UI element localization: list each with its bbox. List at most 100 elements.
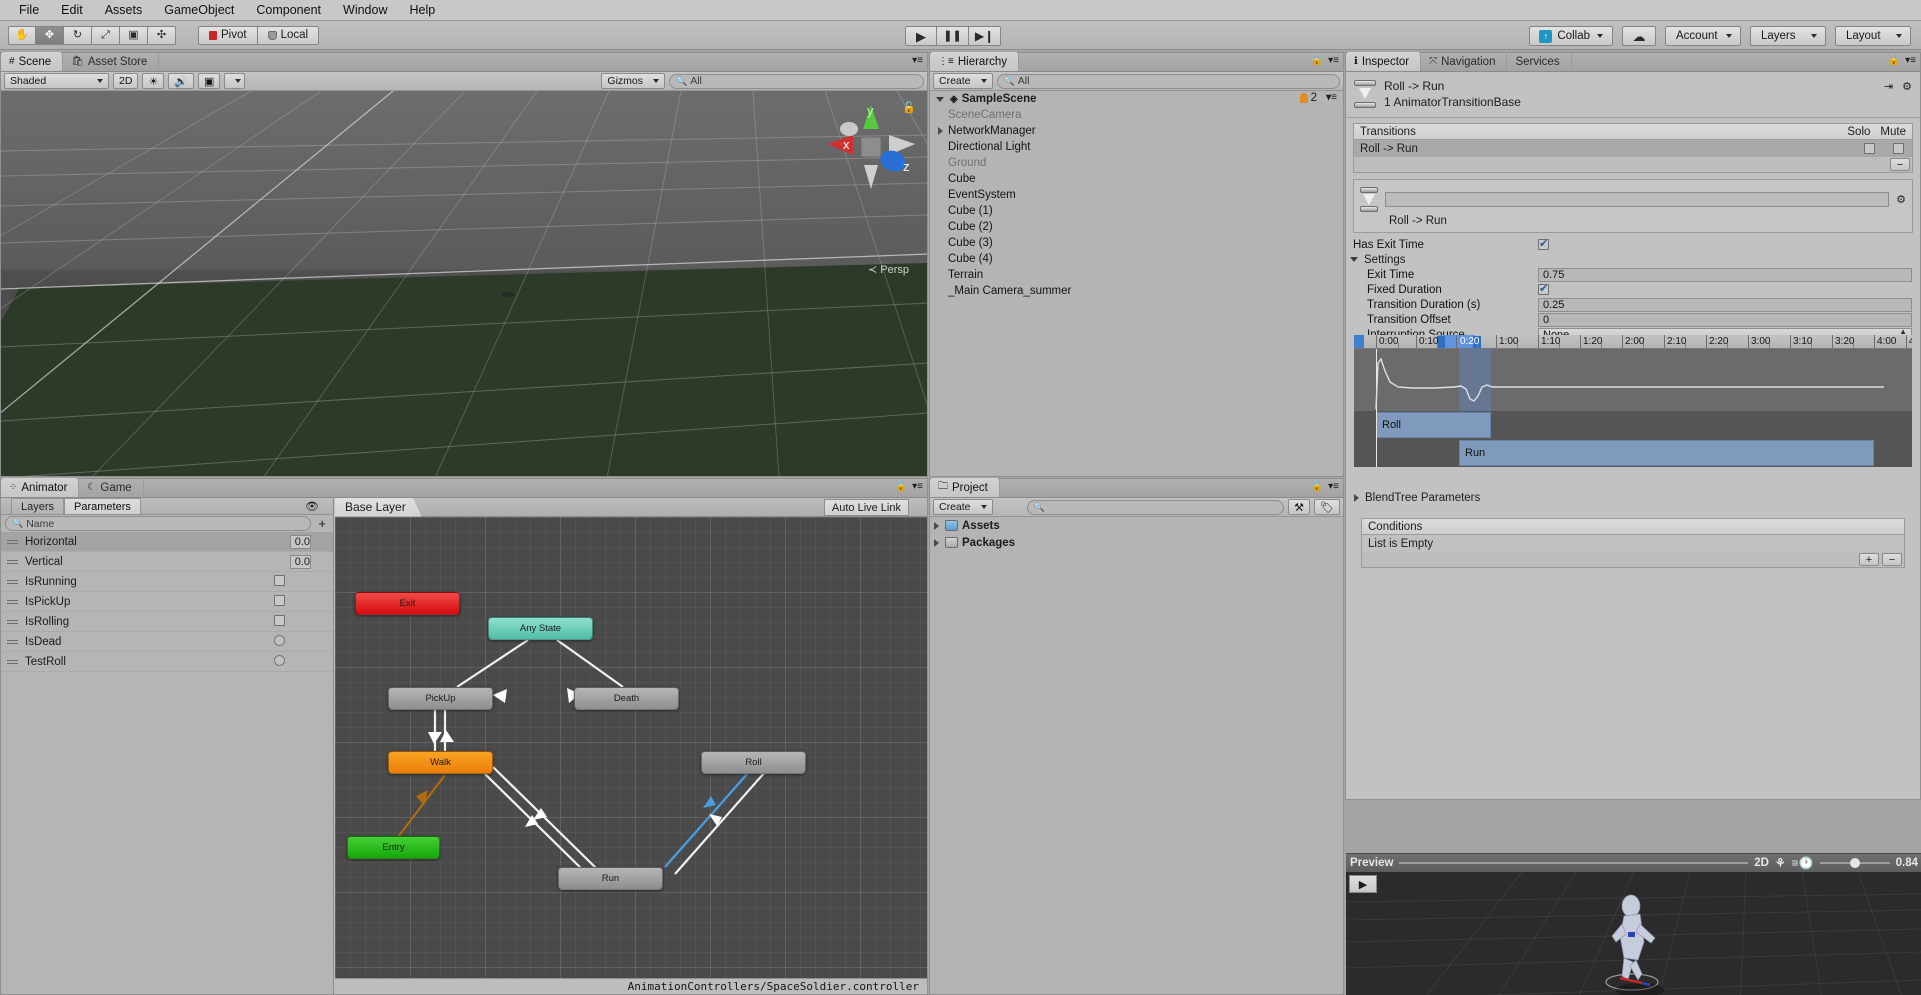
state-node-walk[interactable]: Walk (388, 751, 493, 774)
preview-speed-slider[interactable] (1819, 858, 1890, 868)
drag-handle-icon[interactable] (7, 538, 18, 546)
lock-icon[interactable]: 🔒 (1311, 481, 1323, 492)
transition-name-input[interactable] (1385, 191, 1890, 207)
gizmo-lock-icon[interactable]: 🔓 (902, 101, 916, 114)
cloud-services-button[interactable]: ☁ (1622, 26, 1656, 46)
tab-inspector[interactable]: ℹ Inspector (1346, 52, 1422, 71)
hierarchy-item-cube-3[interactable]: Cube (3) (930, 235, 1343, 251)
pause-button[interactable]: ❚❚ (937, 26, 969, 46)
remove-transition-button[interactable]: − (1890, 158, 1910, 171)
add-parameter-button[interactable]: + (315, 516, 329, 531)
scene-fx-dropdown[interactable]: ▣ (198, 73, 221, 89)
menu-item-gameobject[interactable]: GameObject (153, 0, 245, 21)
menu-item-file[interactable]: File (8, 0, 50, 21)
scene-lighting-icon[interactable]: ☀ (142, 73, 165, 89)
parameter-checkbox-isrunning[interactable] (274, 574, 285, 586)
chevron-down-icon[interactable] (1350, 257, 1358, 262)
lock-icon[interactable]: 🔒 (895, 481, 907, 492)
state-machine-graph[interactable]: Exit Any State PickUp Death Walk Roll En… (335, 517, 927, 978)
scene-fx-caret[interactable] (224, 73, 246, 89)
hierarchy-item-terrain[interactable]: Terrain (930, 267, 1343, 283)
parameter-checkbox-ispickup[interactable] (274, 594, 285, 606)
hierarchy-item-directional-light[interactable]: Directional Light (930, 139, 1343, 155)
transition-offset-input[interactable]: 0 (1538, 312, 1912, 327)
preset-icon[interactable]: ⇥ (1884, 80, 1893, 93)
clip-bar-run[interactable]: Run (1459, 440, 1874, 466)
lock-icon[interactable]: 🔒 (1311, 55, 1323, 66)
menu-item-component[interactable]: Component (245, 0, 332, 21)
parameter-row-testroll[interactable]: TestRoll (1, 652, 333, 672)
project-filter-by-type-button[interactable]: ⚒ (1288, 499, 1311, 515)
tab-animator[interactable]: ⁘ Animator (1, 478, 80, 497)
toggle-2d-button[interactable]: 2D (113, 73, 139, 89)
state-node-exit[interactable]: Exit (355, 592, 460, 615)
add-condition-button[interactable]: + (1859, 553, 1879, 566)
scene-audio-icon[interactable]: 🔊 (168, 73, 195, 89)
scene-panel-menu[interactable]: ▾≡ (912, 55, 923, 66)
project-item-assets[interactable]: Assets (930, 517, 1343, 534)
hierarchy-item-cube-1[interactable]: Cube (1) (930, 203, 1343, 219)
speed-icon[interactable]: ≡🕐 (1792, 856, 1814, 870)
timeline-start-handle[interactable] (1354, 335, 1364, 348)
hierarchy-search-input[interactable]: 🔍 All (996, 73, 1340, 89)
menu-item-assets[interactable]: Assets (94, 0, 154, 21)
timeline-ruler[interactable]: 0:00 0:10 0:20 1:00 1:10 1:20 2:00 2:10 (1354, 335, 1912, 349)
layers-dropdown[interactable]: Layers (1750, 26, 1826, 46)
parameter-value-vertical[interactable]: 0.0 (289, 554, 311, 569)
project-item-packages[interactable]: Packages (930, 534, 1343, 551)
tab-scene[interactable]: # Scene (1, 52, 64, 71)
hierarchy-scene-row[interactable]: ◈ SampleScene 2 ▾≡ (930, 91, 1343, 107)
play-button[interactable]: ▶ (905, 26, 937, 46)
solo-checkbox[interactable] (1864, 143, 1875, 154)
account-dropdown[interactable]: Account (1665, 26, 1741, 46)
inspector-panel-menu[interactable]: ▾≡ (1905, 55, 1916, 66)
hierarchy-item-main-camera-summer[interactable]: _Main Camera_summer (930, 283, 1343, 299)
tab-navigation[interactable]: ⤧ Navigation (1421, 52, 1508, 71)
hierarchy-item-networkmanager[interactable]: NetworkManager (930, 123, 1343, 139)
hand-tool-icon[interactable]: ✋ (8, 25, 36, 45)
state-node-roll[interactable]: Roll (701, 751, 806, 774)
parameter-row-horizontal[interactable]: Horizontal 0.0 (1, 532, 333, 552)
parameter-checkbox-isrolling[interactable] (274, 614, 285, 626)
layer-breadcrumb-base[interactable]: Base Layer (335, 498, 422, 517)
tab-project[interactable]: 🗀 Project (930, 478, 1000, 497)
preview-play-button[interactable]: ▶ (1349, 875, 1377, 893)
move-tool-icon[interactable]: ✥ (36, 25, 64, 45)
tab-layers[interactable]: Layers (11, 498, 65, 514)
transform-tool-icon[interactable]: ✣ (148, 25, 176, 45)
parameter-row-vertical[interactable]: Vertical 0.0 (1, 552, 333, 572)
animator-panel-menu[interactable]: ▾≡ (912, 481, 923, 492)
rect-tool-icon[interactable]: ▣ (120, 25, 148, 45)
hierarchy-item-cube[interactable]: Cube (930, 171, 1343, 187)
hierarchy-item-ground[interactable]: Ground (930, 155, 1343, 171)
clip-bar-roll[interactable]: Roll (1376, 412, 1491, 438)
pivot-toggle-button[interactable]: Pivot (198, 25, 258, 45)
hierarchy-tree[interactable]: ◈ SampleScene 2 ▾≡ SceneCamera NetworkMa… (930, 91, 1343, 476)
parameter-trigger-testroll[interactable] (274, 654, 285, 666)
drag-handle-icon[interactable] (7, 558, 18, 566)
gear-icon[interactable]: ⚙ (1902, 80, 1912, 93)
shading-mode-dropdown[interactable]: Shaded (4, 73, 109, 89)
layout-dropdown[interactable]: Layout (1835, 26, 1911, 46)
mute-checkbox[interactable] (1893, 143, 1904, 154)
hierarchy-item-cube-2[interactable]: Cube (2) (930, 219, 1343, 235)
scene-projection-label[interactable]: ≺ Persp (868, 263, 909, 276)
chevron-right-icon[interactable] (938, 127, 943, 135)
drag-handle-icon[interactable] (7, 618, 18, 626)
hierarchy-item-eventsystem[interactable]: EventSystem (930, 187, 1343, 203)
fixed-duration-checkbox[interactable] (1538, 282, 1549, 295)
state-node-entry[interactable]: Entry (347, 836, 440, 859)
tab-hierarchy[interactable]: ⋮≡ Hierarchy (930, 52, 1020, 71)
transition-timeline[interactable]: 0:00 0:10 0:20 1:00 1:10 1:20 2:00 2:10 (1354, 335, 1912, 467)
step-button[interactable]: ▶❙ (969, 26, 1001, 46)
settings-foldout[interactable]: Settings (1346, 252, 1920, 267)
state-node-pickup[interactable]: PickUp (388, 687, 493, 710)
rotate-tool-icon[interactable]: ↻ (64, 25, 92, 45)
project-panel-menu[interactable]: ▾≡ (1328, 481, 1339, 492)
hierarchy-panel-menu[interactable]: ▾≡ (1328, 55, 1339, 66)
chevron-down-icon[interactable] (936, 96, 944, 102)
parameter-row-isrunning[interactable]: IsRunning (1, 572, 333, 592)
tab-services[interactable]: Services (1507, 52, 1572, 71)
gear-icon[interactable]: ⚙ (1896, 193, 1906, 206)
state-node-death[interactable]: Death (574, 687, 679, 710)
